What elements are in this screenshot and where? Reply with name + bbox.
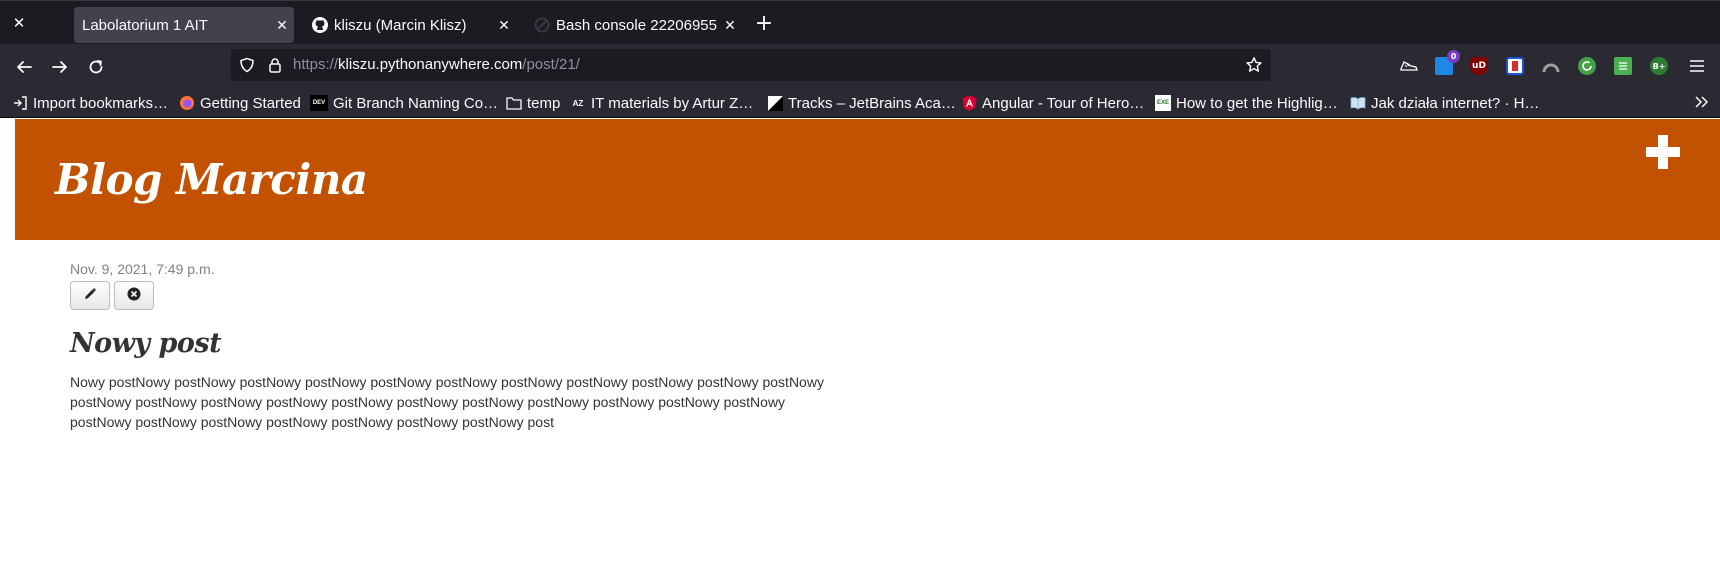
bookmark-label: Import bookmarks… [33, 94, 169, 112]
bookmark-label: Jak działa internet? · H… [1371, 94, 1540, 112]
bitwarden-mark [1512, 61, 1518, 71]
bookmark-star-icon[interactable] [1245, 56, 1263, 78]
add-post-plus-icon[interactable] [1646, 135, 1680, 169]
folder-icon [506, 95, 522, 111]
arc-extension-icon[interactable] [1542, 57, 1560, 75]
page-header: Blog Marcina [15, 119, 1720, 240]
bookmark-it-materials[interactable]: AZ IT materials by Artur Z… [570, 92, 754, 114]
shoe-extension-icon[interactable] [1400, 57, 1418, 75]
bookmark-label: Tracks – JetBrains Aca… [788, 94, 956, 112]
forward-icon[interactable] [47, 54, 73, 80]
shield-icon[interactable] [239, 57, 255, 77]
az-icon: AZ [572, 98, 584, 108]
sheet-extension-icon[interactable] [1614, 57, 1632, 75]
jetbrains-icon [767, 95, 783, 111]
bookmarks-toolbar: Import bookmarks… Getting Started DEV Gi… [0, 88, 1720, 118]
firefox-icon [179, 95, 195, 111]
bitwarden-icon[interactable] [1506, 57, 1524, 75]
new-tab-icon[interactable]: + [752, 13, 776, 37]
bookmark-import[interactable]: Import bookmarks… [12, 92, 168, 114]
dev-icon: DEV [310, 95, 328, 111]
bookmark-folder-temp[interactable]: temp [506, 92, 560, 114]
close-window-icon[interactable]: ✕ [8, 11, 30, 35]
bookmark-highlight[interactable]: EXE How to get the Highlig… [1155, 92, 1338, 114]
edit-post-button[interactable] [70, 281, 110, 310]
tab-title: Labolatorium 1 AIT [82, 16, 208, 34]
b-plus-label: B+ [1652, 61, 1666, 71]
refresh-extension-icon[interactable] [1578, 57, 1596, 75]
url-text[interactable]: https://kliszu.pythonanywhere.com/post/2… [293, 49, 580, 81]
menu-icon[interactable] [1688, 57, 1706, 75]
bookmark-label: temp [527, 94, 561, 112]
back-icon[interactable] [11, 54, 37, 80]
github-icon [312, 17, 328, 33]
url-bar[interactable]: https://kliszu.pythonanywhere.com/post/2… [231, 49, 1271, 81]
tab-github[interactable]: kliszu (Marcin Klisz) ✕ [300, 7, 516, 43]
url-domain: kliszu.pythonanywhere.com [338, 56, 523, 73]
tab-close-icon[interactable]: ✕ [492, 17, 516, 34]
delete-post-button[interactable] [114, 281, 154, 310]
book-icon [1350, 95, 1366, 111]
pythonanywhere-icon [534, 17, 550, 33]
lock-icon[interactable] [267, 57, 283, 77]
url-scheme: https:// [293, 56, 339, 73]
bookmark-label: Git Branch Naming Co… [333, 94, 499, 112]
bookmark-jak-dziala-internet[interactable]: Jak działa internet? · H… [1350, 92, 1539, 114]
navigation-bar: https://kliszu.pythonanywhere.com/post/2… [0, 44, 1720, 88]
b-plus-extension-icon[interactable]: B+ [1650, 57, 1668, 75]
ublock-origin-icon[interactable]: uD [1470, 57, 1488, 75]
tab-bar: ✕ Labolatorium 1 AIT ✕ kliszu (Marcin Kl… [0, 0, 1720, 44]
badge-count: 0 [1447, 50, 1460, 63]
tab-labolatorium[interactable]: Labolatorium 1 AIT ✕ [74, 7, 294, 43]
import-icon [12, 95, 28, 111]
post-title: Nowy post [70, 328, 222, 359]
bookmark-angular[interactable]: Angular - Tour of Hero… [961, 92, 1144, 114]
pencil-icon [83, 286, 97, 305]
post-date: Nov. 9, 2021, 7:49 p.m. [70, 261, 215, 277]
bookmark-label: Angular - Tour of Hero… [982, 94, 1145, 112]
bookmark-git-branch[interactable]: DEV Git Branch Naming Co… [310, 92, 498, 114]
tab-close-icon[interactable]: ✕ [718, 17, 742, 34]
reload-icon[interactable] [83, 54, 109, 80]
chevron-double-right-icon[interactable] [1694, 94, 1710, 113]
url-path: /post/21/ [522, 56, 580, 73]
tab-title: Bash console 22206955 : [556, 16, 718, 34]
remove-circle-icon [127, 286, 141, 305]
ublock-label: uD [1472, 61, 1486, 71]
angular-icon [961, 95, 977, 111]
bookmark-getting-started[interactable]: Getting Started [179, 92, 301, 114]
tab-counter-extension-icon[interactable]: 0 [1435, 50, 1460, 75]
exe-icon: EXE [1155, 95, 1171, 111]
bookmark-jetbrains-tracks[interactable]: Tracks – JetBrains Aca… [767, 92, 956, 114]
bookmark-label: IT materials by Artur Z… [591, 94, 754, 112]
tab-close-icon[interactable]: ✕ [270, 17, 294, 34]
tab-bash-console[interactable]: Bash console 22206955 : ✕ [522, 7, 742, 43]
post-body: Nowy postNowy postNowy postNowy postNowy… [70, 374, 824, 430]
bookmark-label: Getting Started [200, 94, 301, 112]
site-title[interactable]: Blog Marcina [55, 155, 368, 204]
bookmark-label: How to get the Highlig… [1176, 94, 1338, 112]
tab-title: kliszu (Marcin Klisz) [334, 16, 467, 34]
